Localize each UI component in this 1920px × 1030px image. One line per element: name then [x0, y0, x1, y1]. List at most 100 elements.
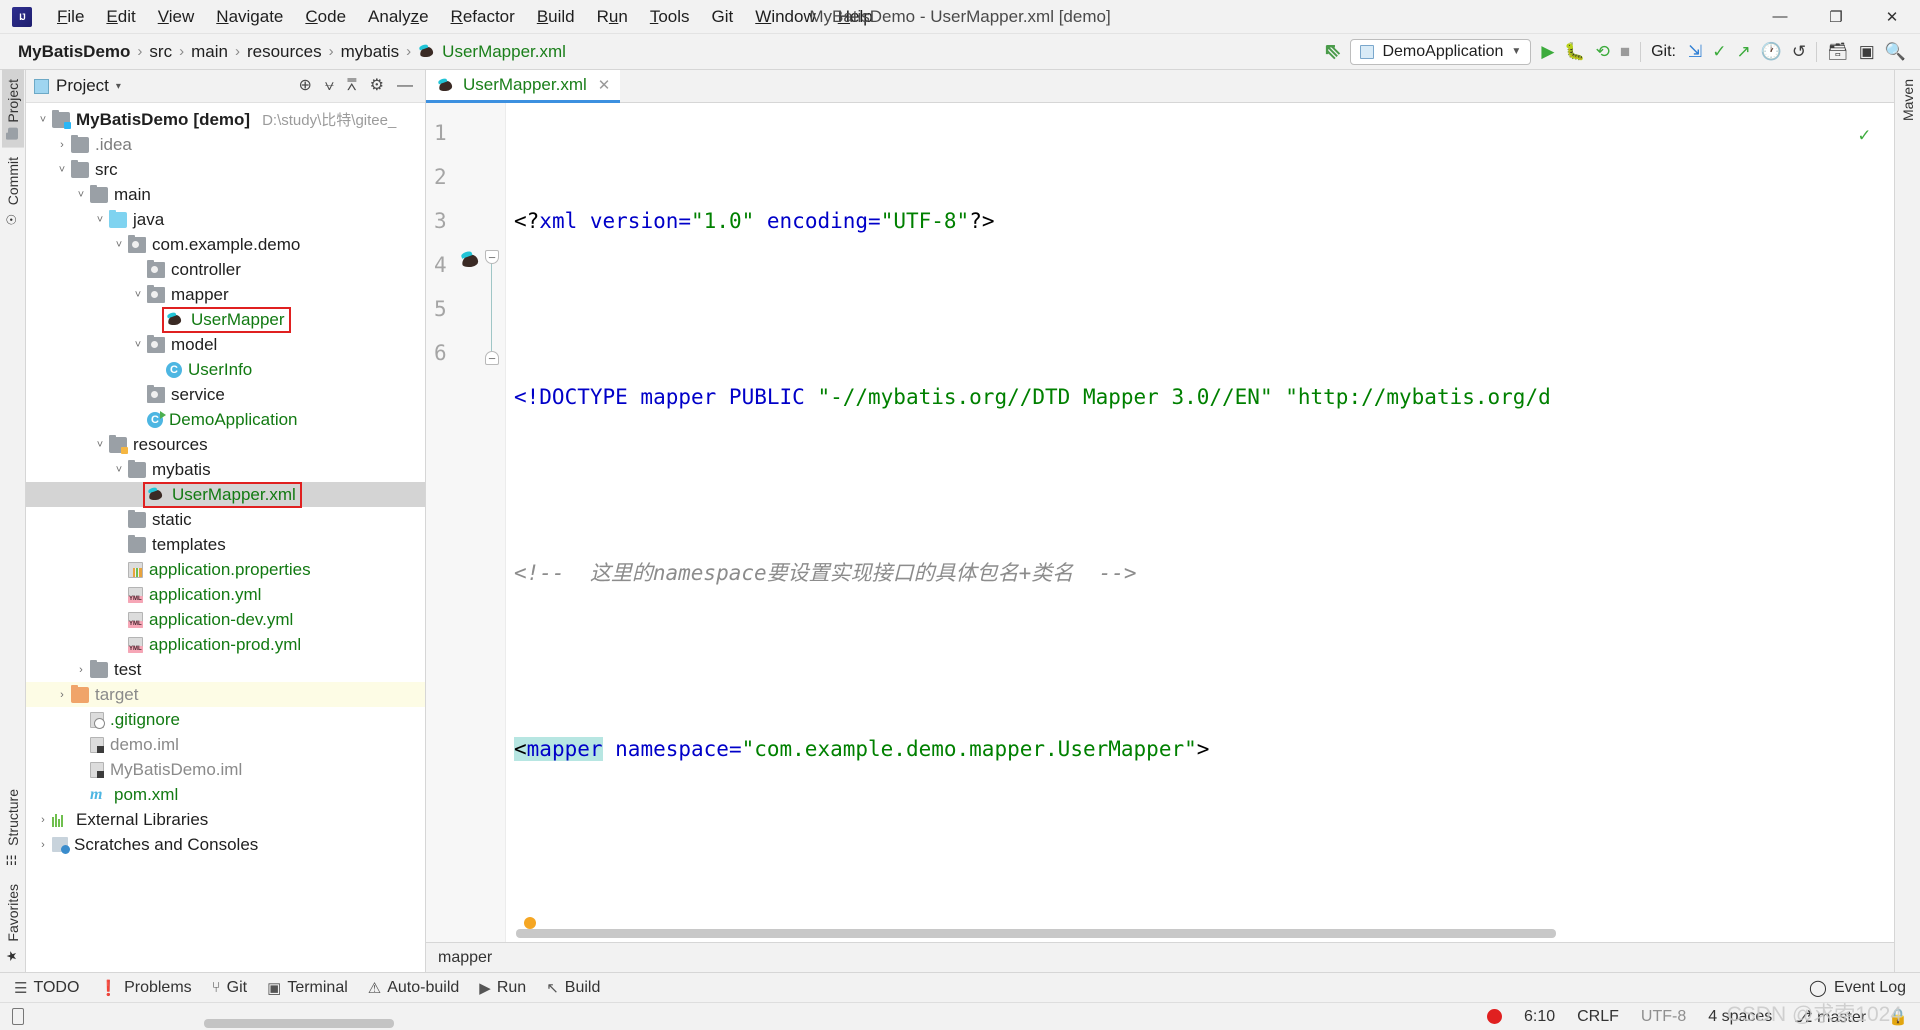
tree-expand-arrow[interactable]: ˅ — [93, 214, 107, 226]
tree-row[interactable]: › External Libraries — [26, 807, 425, 832]
commit-icon[interactable]: ✓ — [1712, 43, 1726, 60]
run-with-coverage-icon[interactable]: ⟲ — [1596, 43, 1610, 60]
menu-help[interactable]: Help — [827, 3, 884, 31]
tree-node-18[interactable]: application.properties — [126, 559, 315, 581]
read-only-toggle-icon[interactable]: 🔒 — [1888, 1007, 1908, 1027]
tree-node-25[interactable]: demo.iml — [88, 734, 183, 756]
menu-analyze[interactable]: Analyze — [357, 3, 440, 31]
tree-node-14[interactable]: mybatis — [126, 459, 215, 481]
select-opened-file-icon[interactable]: ⊕ — [298, 78, 311, 94]
tree-node-27[interactable]: m pom.xml — [88, 784, 182, 806]
tree-row[interactable]: ›.gitignore — [26, 707, 425, 732]
rollback-icon[interactable]: ↺ — [1792, 43, 1806, 60]
tree-node-24[interactable]: .gitignore — [88, 709, 184, 731]
tree-row[interactable]: ›application-prod.yml — [26, 632, 425, 657]
tree-row[interactable]: ˅ mapper — [26, 282, 425, 307]
tree-row[interactable]: ›UserMapper — [26, 306, 425, 333]
tree-expand-arrow[interactable]: ˅ — [112, 464, 126, 476]
tree-expand-arrow[interactable]: ˅ — [131, 339, 145, 351]
tree-row[interactable]: ˅ model — [26, 332, 425, 357]
tree-expand-arrow[interactable]: › — [55, 139, 69, 151]
stop-icon[interactable]: ■ — [1620, 43, 1630, 60]
error-indicator-dot[interactable] — [1486, 1009, 1502, 1024]
menu-view[interactable]: View — [147, 3, 206, 31]
line-separator[interactable]: CRLF — [1577, 1008, 1619, 1026]
tree-node-23[interactable]: target — [69, 684, 142, 706]
tool-window-build[interactable]: ↖ Build — [546, 979, 600, 997]
tree-row[interactable]: › .idea — [26, 132, 425, 157]
tree-row[interactable]: ˅ mybatis — [26, 457, 425, 482]
tree-node-29[interactable]: Scratches and Consoles — [50, 834, 262, 856]
hide-icon[interactable]: — — [397, 78, 413, 94]
run-icon[interactable]: ▶ — [1541, 43, 1554, 60]
tree-row[interactable]: › test — [26, 657, 425, 682]
menu-build[interactable]: Build — [526, 3, 586, 31]
editor-tab-usermapper-xml[interactable]: UserMapper.xml ✕ — [426, 70, 621, 103]
project-panel-title[interactable]: Project ▾ — [34, 76, 121, 96]
tree-expand-arrow[interactable]: ˅ — [36, 114, 50, 126]
sidebar-tab-favorites[interactable]: ★ Favorites — [2, 875, 24, 972]
tree-node-17[interactable]: templates — [126, 534, 230, 556]
tree-row[interactable]: ›application.properties — [26, 557, 425, 582]
collapse-all-icon[interactable]: ⩞ — [347, 78, 357, 94]
tree-row[interactable]: ›demo.iml — [26, 732, 425, 757]
tree-expand-arrow[interactable]: › — [36, 814, 50, 826]
project-panel-horizontal-scrollbar[interactable] — [204, 1019, 394, 1028]
tree-row[interactable]: ˅ com.example.demo — [26, 232, 425, 257]
tree-node-11[interactable]: service — [145, 384, 229, 406]
tree-node-7[interactable]: mapper — [145, 284, 233, 306]
breadcrumb-item-main[interactable]: main — [185, 40, 234, 64]
search-everywhere-icon[interactable]: 🔍 — [1885, 43, 1906, 60]
menu-git[interactable]: Git — [701, 3, 745, 31]
tool-window-todo[interactable]: ☰ TODO — [14, 979, 79, 997]
close-button[interactable]: ✕ — [1864, 0, 1920, 34]
tree-node-26[interactable]: MyBatisDemo.iml — [88, 759, 246, 781]
minimize-button[interactable]: — — [1752, 0, 1808, 34]
fold-collapse-icon[interactable]: − — [485, 250, 499, 264]
tool-window-run[interactable]: ▶ Run — [479, 979, 526, 997]
menu-file[interactable]: File — [46, 3, 95, 31]
inspection-status-icon[interactable]: ✓ — [1859, 113, 1870, 157]
menu-code[interactable]: Code — [294, 3, 357, 31]
tree-row[interactable]: ›mpom.xml — [26, 782, 425, 807]
tree-node-13[interactable]: resources — [107, 434, 212, 456]
sidebar-tab-project[interactable]: Project — [1, 70, 24, 148]
editor-gutter[interactable]: 1 2 3 4 5 6 − − — [426, 103, 506, 942]
tree-expand-arrow[interactable]: › — [36, 839, 50, 851]
menu-tools[interactable]: Tools — [639, 3, 701, 31]
event-log-button[interactable]: ◯ Event Log — [1809, 978, 1906, 998]
tree-node-19[interactable]: application.yml — [126, 584, 265, 606]
tree-row[interactable]: ›CUserInfo — [26, 357, 425, 382]
file-encoding[interactable]: UTF-8 — [1641, 1008, 1686, 1026]
caret-position[interactable]: 6:10 — [1524, 1008, 1555, 1026]
history-icon[interactable]: 🕐 — [1761, 43, 1782, 60]
maximize-button[interactable]: ❐ — [1808, 0, 1864, 34]
menu-refactor[interactable]: Refactor — [440, 3, 526, 31]
tree-node-16[interactable]: static — [126, 509, 196, 531]
indent-setting[interactable]: 4 spaces — [1708, 1008, 1772, 1026]
sidebar-tab-structure[interactable]: ☷ Structure — [2, 780, 24, 876]
tree-node-3[interactable]: main — [88, 184, 155, 206]
push-icon[interactable]: ↗ — [1737, 43, 1751, 60]
git-branch-widget[interactable]: ⎇ master — [1794, 1007, 1866, 1027]
settings-gear-icon[interactable]: ⚙ — [370, 78, 384, 94]
tree-row[interactable]: ›application.yml — [26, 582, 425, 607]
tree-node-0[interactable]: MyBatisDemo [demo] — [50, 109, 254, 131]
close-icon[interactable]: ✕ — [598, 76, 611, 94]
tree-node-28[interactable]: External Libraries — [50, 809, 212, 831]
tree-expand-arrow[interactable]: ˅ — [55, 164, 69, 176]
menu-window[interactable]: Window — [744, 3, 826, 31]
menu-run[interactable]: Run — [586, 3, 639, 31]
tree-node-5[interactable]: com.example.demo — [126, 234, 304, 256]
settings-icon[interactable]: 🗃 — [1827, 43, 1849, 60]
build-hammer-icon[interactable]: ⤊ — [1317, 37, 1347, 67]
layout-icon[interactable]: ▣ — [1859, 43, 1875, 60]
tree-node-1[interactable]: .idea — [69, 134, 136, 156]
tree-expand-arrow[interactable]: ˅ — [93, 439, 107, 451]
menu-edit[interactable]: Edit — [95, 3, 146, 31]
update-project-icon[interactable]: ⇲ — [1688, 43, 1702, 60]
tree-node-9[interactable]: model — [145, 334, 221, 356]
tree-row[interactable]: ˅ java — [26, 207, 425, 232]
breadcrumb-item-file[interactable]: UserMapper.xml — [412, 40, 572, 64]
tree-row[interactable]: ›controller — [26, 257, 425, 282]
